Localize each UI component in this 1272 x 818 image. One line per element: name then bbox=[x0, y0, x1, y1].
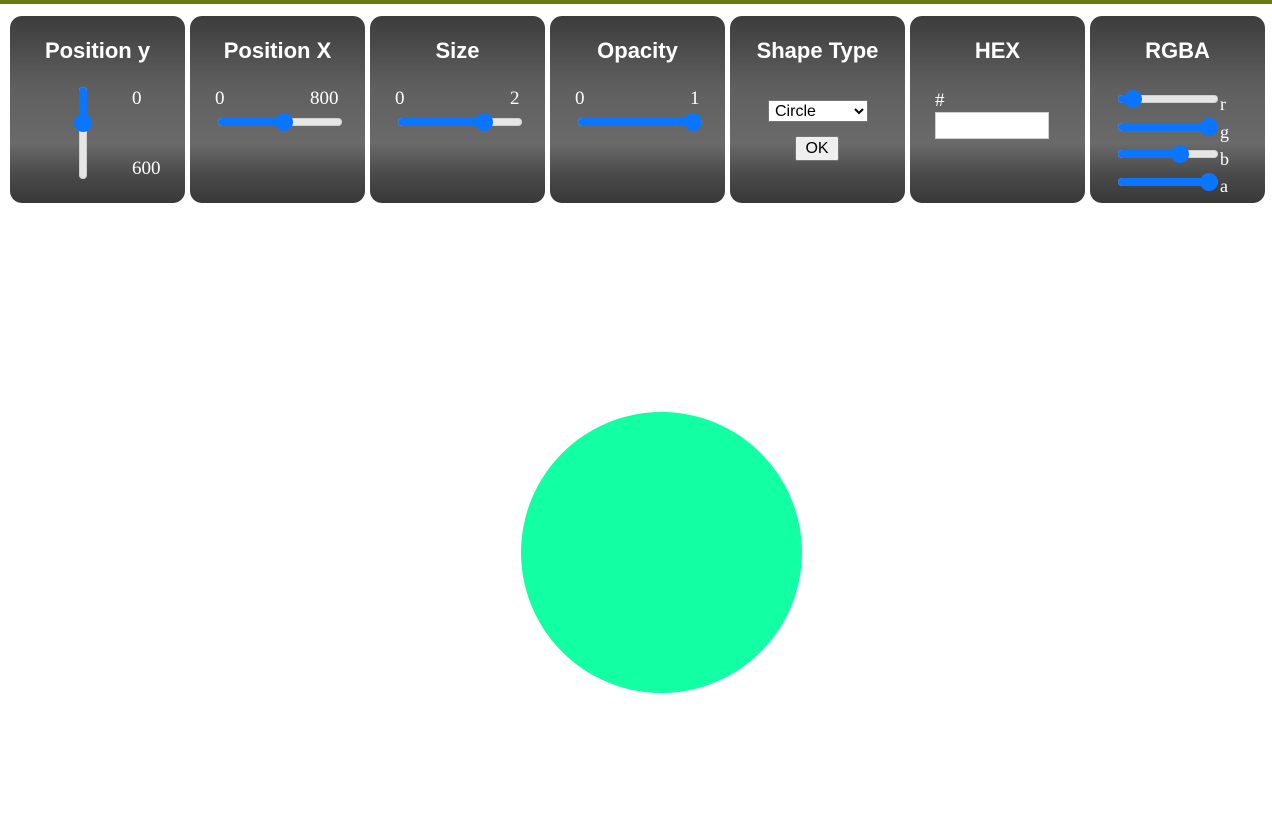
size-panel: Size 0 2 bbox=[370, 16, 545, 203]
g-slider[interactable] bbox=[1118, 117, 1218, 137]
shape-type-panel: Shape Type Circle OK bbox=[730, 16, 905, 203]
hex-title: HEX bbox=[974, 38, 1021, 63]
size-min-label: 0 bbox=[395, 88, 405, 109]
r-slider[interactable] bbox=[1118, 89, 1218, 109]
position-y-min-label: 0 bbox=[132, 88, 142, 109]
position-y-panel: Position y 0 600 bbox=[10, 16, 185, 203]
g-label: g bbox=[1220, 122, 1229, 142]
ok-button[interactable]: OK bbox=[795, 136, 839, 161]
opacity-fill bbox=[578, 118, 693, 126]
hex-input[interactable] bbox=[935, 112, 1049, 139]
position-y-title: Position y bbox=[44, 38, 151, 63]
a-slider[interactable] bbox=[1118, 172, 1218, 192]
a-label: a bbox=[1220, 176, 1228, 196]
position-y-slider[interactable] bbox=[73, 87, 93, 179]
g-thumb[interactable] bbox=[1200, 118, 1218, 136]
drawing-canvas bbox=[0, 210, 1272, 818]
position-x-thumb[interactable] bbox=[275, 113, 294, 131]
circle-shape bbox=[521, 412, 802, 693]
a-fill bbox=[1118, 178, 1209, 186]
position-x-max-label: 800 bbox=[310, 88, 339, 109]
r-label: r bbox=[1220, 94, 1226, 114]
shape-type-title: Shape Type bbox=[756, 38, 879, 63]
position-x-title: Position X bbox=[223, 38, 332, 63]
r-thumb[interactable] bbox=[1123, 90, 1142, 108]
position-y-max-label: 600 bbox=[132, 158, 161, 179]
opacity-panel: Opacity 0 1 bbox=[550, 16, 725, 203]
shape-type-select[interactable]: Circle bbox=[768, 100, 868, 122]
rgba-panel: RGBA r g b a bbox=[1090, 16, 1265, 203]
position-x-min-label: 0 bbox=[215, 88, 225, 109]
opacity-thumb[interactable] bbox=[684, 113, 702, 131]
b-thumb[interactable] bbox=[1170, 145, 1189, 163]
g-fill bbox=[1118, 123, 1209, 131]
size-max-label: 2 bbox=[510, 88, 520, 109]
size-fill bbox=[398, 118, 484, 126]
opacity-title: Opacity bbox=[597, 38, 678, 63]
b-slider[interactable] bbox=[1118, 144, 1218, 164]
position-x-slider[interactable] bbox=[218, 112, 342, 132]
position-y-thumb[interactable] bbox=[74, 114, 92, 132]
size-title: Size bbox=[435, 38, 480, 63]
hex-prefix-label: # bbox=[935, 90, 945, 111]
size-thumb[interactable] bbox=[474, 113, 493, 131]
rgba-title: RGBA bbox=[1145, 38, 1210, 63]
opacity-max-label: 1 bbox=[690, 88, 700, 109]
position-x-panel: Position X 0 800 bbox=[190, 16, 365, 203]
top-accent-strip bbox=[0, 0, 1272, 4]
size-slider[interactable] bbox=[398, 112, 522, 132]
b-label: b bbox=[1220, 149, 1229, 169]
opacity-slider[interactable] bbox=[578, 112, 702, 132]
a-thumb[interactable] bbox=[1200, 173, 1218, 191]
hex-panel: HEX # bbox=[910, 16, 1085, 203]
opacity-min-label: 0 bbox=[575, 88, 585, 109]
